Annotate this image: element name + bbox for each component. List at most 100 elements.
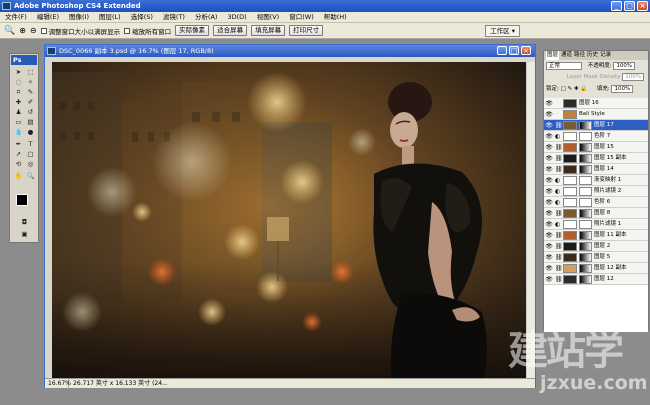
eyedropper-tool-icon[interactable]: ✎ — [26, 88, 35, 96]
dodge-tool-icon[interactable]: ● — [26, 128, 35, 136]
layer-row[interactable]: 👁 ◐ 色阶 6 — [544, 197, 648, 208]
layer-row[interactable]: 👁 ◐ 色阶 7 — [544, 131, 648, 142]
menu-help[interactable]: 帮助(H) — [319, 12, 352, 22]
layer-row[interactable]: 👁 ⛓ 图层 8 — [544, 208, 648, 219]
3d-camera-tool-icon[interactable]: ◎ — [26, 160, 35, 168]
visibility-eye-icon[interactable]: 👁 — [545, 243, 553, 250]
menu-select[interactable]: 选择(S) — [126, 12, 158, 22]
actual-pixels-button[interactable]: 实际像素 — [175, 25, 210, 36]
fit-screen-button[interactable]: 适合屏幕 — [213, 25, 248, 36]
layer-mask-thumbnail[interactable] — [579, 187, 592, 196]
layer-row[interactable]: 👁 ◐ 照片滤镜 1 — [544, 219, 648, 230]
layer-thumbnail[interactable] — [563, 209, 577, 218]
zoom-level-field[interactable]: 16.67% — [47, 379, 71, 389]
zoom-all-windows-checkbox[interactable]: 缩放所有窗口 — [124, 26, 171, 36]
layer-row[interactable]: 👁 ⛓ 图层 5 — [544, 252, 648, 263]
layer-thumbnail[interactable] — [563, 198, 577, 207]
layer-thumbnail[interactable] — [563, 143, 577, 152]
layer-row[interactable]: 👁 ◐ 渐变映射 1 — [544, 175, 648, 186]
layer-row[interactable]: 👁 ⛓ 图层 14 — [544, 164, 648, 175]
menu-edit[interactable]: 编辑(E) — [32, 12, 64, 22]
visibility-eye-icon[interactable]: 👁 — [545, 265, 553, 272]
tab-paths[interactable]: 路径 — [574, 51, 585, 60]
hand-tool-icon[interactable]: ✋ — [14, 172, 23, 180]
layer-thumbnail[interactable] — [563, 121, 577, 130]
visibility-eye-icon[interactable]: 👁 — [545, 166, 553, 173]
type-tool-icon[interactable]: T — [26, 140, 35, 148]
workspace-dropdown[interactable]: 工作区 ▾ — [485, 25, 520, 37]
tab-layers[interactable]: 图层 — [546, 51, 560, 60]
app-titlebar[interactable]: Adobe Photoshop CS4 Extended _ □ × — [0, 0, 650, 12]
layer-mask-thumbnail[interactable] — [579, 143, 592, 152]
layer-mask-thumbnail[interactable] — [579, 176, 592, 185]
layer-mask-thumbnail[interactable] — [579, 220, 592, 229]
tab-history[interactable]: 历史 — [587, 51, 598, 60]
visibility-eye-icon[interactable]: 👁 — [545, 111, 553, 118]
visibility-eye-icon[interactable]: 👁 — [545, 221, 553, 228]
brush-tool-icon[interactable]: ✐ — [26, 98, 35, 106]
marquee-tool-icon[interactable]: ⬚ — [26, 68, 35, 76]
layer-mask-thumbnail[interactable] — [579, 209, 592, 218]
menu-filter[interactable]: 滤镜(T) — [158, 12, 190, 22]
layer-row[interactable]: 👁 图层 16 — [544, 98, 648, 109]
visibility-eye-icon[interactable]: 👁 — [545, 276, 553, 283]
doc-maximize-button[interactable]: □ — [509, 46, 519, 55]
screen-mode-icon[interactable]: ▣ — [20, 230, 29, 238]
layer-row[interactable]: 👁 ⛓ 图层 11 副本 — [544, 230, 648, 241]
layer-row[interactable]: 👁 ◐ 照片滤镜 2 — [544, 186, 648, 197]
image-canvas[interactable] — [52, 62, 526, 382]
layer-thumbnail[interactable] — [563, 132, 577, 141]
blend-mode-select[interactable]: 正常 — [546, 62, 582, 70]
menu-layer[interactable]: 图层(L) — [94, 12, 126, 22]
healing-brush-tool-icon[interactable]: ✚ — [14, 98, 23, 106]
layer-thumbnail[interactable] — [563, 242, 577, 251]
layer-thumbnail[interactable] — [563, 187, 577, 196]
crop-tool-icon[interactable]: ⌗ — [14, 88, 23, 96]
close-button[interactable]: × — [637, 1, 648, 11]
3d-rotate-tool-icon[interactable]: ⟲ — [14, 160, 23, 168]
layer-mask-thumbnail[interactable] — [579, 275, 592, 284]
visibility-eye-icon[interactable]: 👁 — [545, 100, 553, 107]
clone-stamp-tool-icon[interactable]: ♟ — [14, 108, 23, 116]
menu-view[interactable]: 视图(V) — [252, 12, 285, 22]
layer-row[interactable]: 👁 ⛓ 图层 15 — [544, 142, 648, 153]
menu-3d[interactable]: 3D(D) — [222, 12, 251, 22]
foreground-color-swatch[interactable] — [16, 194, 28, 206]
layer-mask-thumbnail[interactable] — [579, 154, 592, 163]
maximize-button[interactable]: □ — [624, 1, 635, 11]
visibility-eye-icon[interactable]: 👁 — [545, 144, 553, 151]
pen-tool-icon[interactable]: ✒ — [14, 140, 23, 148]
layer-thumbnail[interactable] — [563, 99, 577, 108]
tab-channels[interactable]: 通道 — [561, 51, 572, 60]
menu-file[interactable]: 文件(F) — [0, 12, 32, 22]
visibility-eye-icon[interactable]: 👁 — [545, 254, 553, 261]
layer-thumbnail[interactable] — [563, 220, 577, 229]
layer-mask-thumbnail[interactable] — [579, 165, 592, 174]
lasso-tool-icon[interactable]: ◌ — [14, 78, 23, 86]
layer-thumbnail[interactable] — [563, 253, 577, 262]
opacity-input[interactable]: 100% — [613, 62, 636, 70]
path-selection-tool-icon[interactable]: ➚ — [14, 150, 23, 158]
layer-mask-thumbnail[interactable] — [579, 231, 592, 240]
lock-icons[interactable]: □ ✎ ✚ 🔒 — [561, 86, 588, 92]
layer-row[interactable]: 👁 ⛓ 图层 12 副本 — [544, 263, 648, 274]
layer-mask-thumbnail[interactable] — [579, 264, 592, 273]
visibility-eye-icon[interactable]: 👁 — [545, 133, 553, 140]
blur-tool-icon[interactable]: 💧 — [14, 128, 23, 136]
layer-row[interactable]: 👁 ⛓ 图层 12 — [544, 274, 648, 285]
layer-thumbnail[interactable] — [563, 154, 577, 163]
eraser-tool-icon[interactable]: ▭ — [14, 118, 23, 126]
zoom-tool-icon[interactable]: 🔍 — [4, 26, 15, 36]
visibility-eye-icon[interactable]: 👁 — [545, 122, 553, 129]
document-titlebar[interactable]: DSC_0066 副本 3.psd @ 16.7% (图层 17, RGB/8)… — [45, 45, 535, 57]
layer-mask-thumbnail[interactable] — [579, 242, 592, 251]
menu-analysis[interactable]: 分析(A) — [190, 12, 223, 22]
layer-thumbnail[interactable] — [563, 231, 577, 240]
layer-thumbnail[interactable] — [563, 275, 577, 284]
fill-input[interactable]: 100% — [611, 85, 634, 93]
doc-minimize-button[interactable]: _ — [497, 46, 507, 55]
shape-tool-icon[interactable]: □ — [26, 150, 35, 158]
layer-row[interactable]: 👁 ⛓ 图层 2 — [544, 241, 648, 252]
layer-thumbnail[interactable] — [563, 165, 577, 174]
menu-window[interactable]: 窗口(W) — [284, 12, 319, 22]
